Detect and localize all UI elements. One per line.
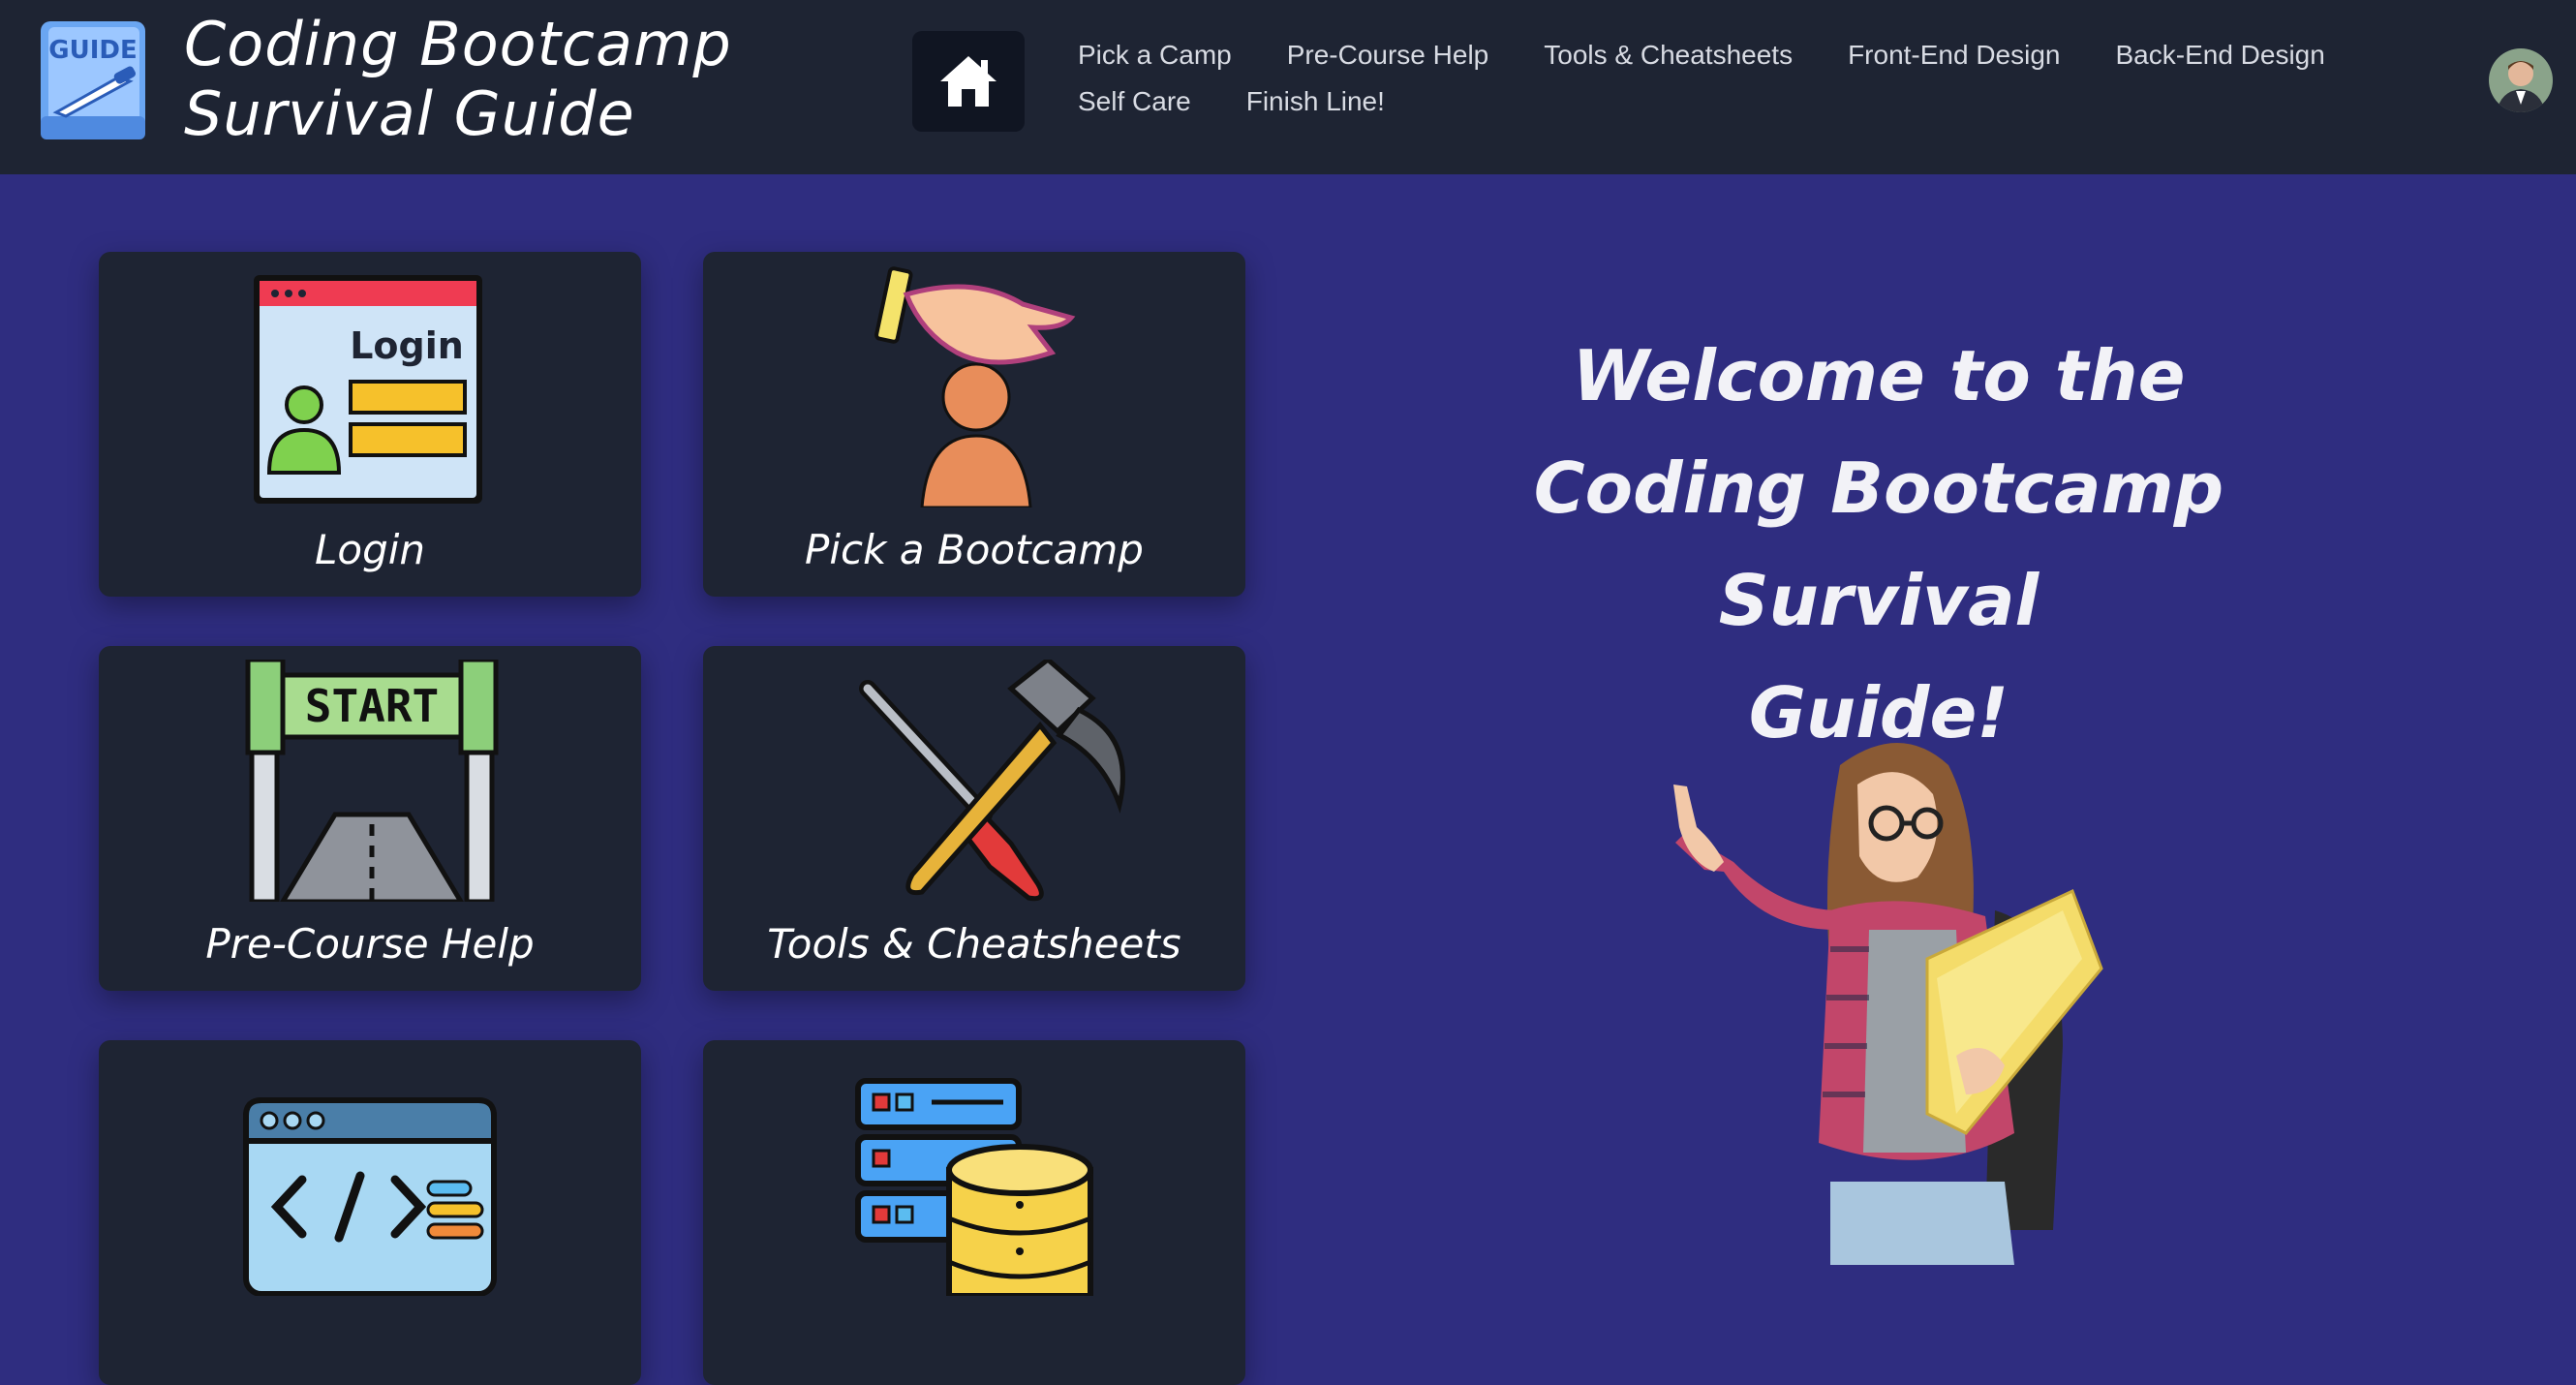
nav-self-care[interactable]: Self Care <box>1078 85 1191 118</box>
card-pre-course-help-label: Pre-Course Help <box>205 920 535 968</box>
tools-icon <box>859 660 1125 902</box>
welcome-heading: Welcome to the Coding Bootcamp Survival … <box>1395 320 2363 769</box>
card-pick-a-bootcamp[interactable]: Pick a Bootcamp <box>703 252 1245 597</box>
card-front-end-design[interactable] <box>99 1040 641 1385</box>
brand-line-1: Coding Bootcamp <box>184 9 732 79</box>
welcome-line-1: Welcome to the <box>1572 335 2186 416</box>
top-navbar: GUIDE Coding Bootcamp Survival Guide Pic… <box>0 0 2576 174</box>
login-window-icon: Login <box>254 275 482 504</box>
nav-pick-a-camp[interactable]: Pick a Camp <box>1078 39 1232 72</box>
code-window-icon <box>243 1097 497 1296</box>
card-login[interactable]: Login Login <box>99 252 641 597</box>
server-database-icon <box>855 1078 1093 1296</box>
card-pre-course-help[interactable]: START Pre-Course Help <box>99 646 641 991</box>
start-icon-text: START <box>305 680 439 732</box>
brand-line-2: Survival Guide <box>184 78 635 149</box>
login-icon-text: Login <box>350 324 464 367</box>
logo-text: GUIDE <box>48 36 137 65</box>
nav-front-end-design[interactable]: Front-End Design <box>1848 39 2060 72</box>
start-gate-icon: START <box>245 660 499 902</box>
user-avatar[interactable] <box>2489 48 2553 112</box>
card-tools-cheatsheets[interactable]: Tools & Cheatsheets <box>703 646 1245 991</box>
student-girl-illustration <box>1673 743 2103 1265</box>
card-pick-a-bootcamp-label: Pick a Bootcamp <box>805 526 1144 573</box>
nav-pre-course-help[interactable]: Pre-Course Help <box>1287 39 1489 72</box>
nav-back-end-design[interactable]: Back-End Design <box>2116 39 2325 72</box>
card-back-end-design[interactable] <box>703 1040 1245 1385</box>
nav-finish-line[interactable]: Finish Line! <box>1246 85 1385 118</box>
nav-tools-cheatsheets[interactable]: Tools & Cheatsheets <box>1544 39 1793 72</box>
hand-picking-person-icon <box>874 266 1076 508</box>
main-nav: Pick a Camp Pre-Course Help Tools & Chea… <box>1078 39 2414 118</box>
card-login-label: Login <box>314 526 426 573</box>
site-brand-title[interactable]: Coding Bootcamp Survival Guide <box>184 10 732 149</box>
home-icon <box>940 56 997 107</box>
home-button[interactable] <box>912 31 1025 132</box>
guide-logo-icon[interactable]: GUIDE <box>37 19 149 143</box>
card-tools-cheatsheets-label: Tools & Cheatsheets <box>767 920 1181 968</box>
welcome-line-2: Coding Bootcamp Survival <box>1533 447 2224 641</box>
